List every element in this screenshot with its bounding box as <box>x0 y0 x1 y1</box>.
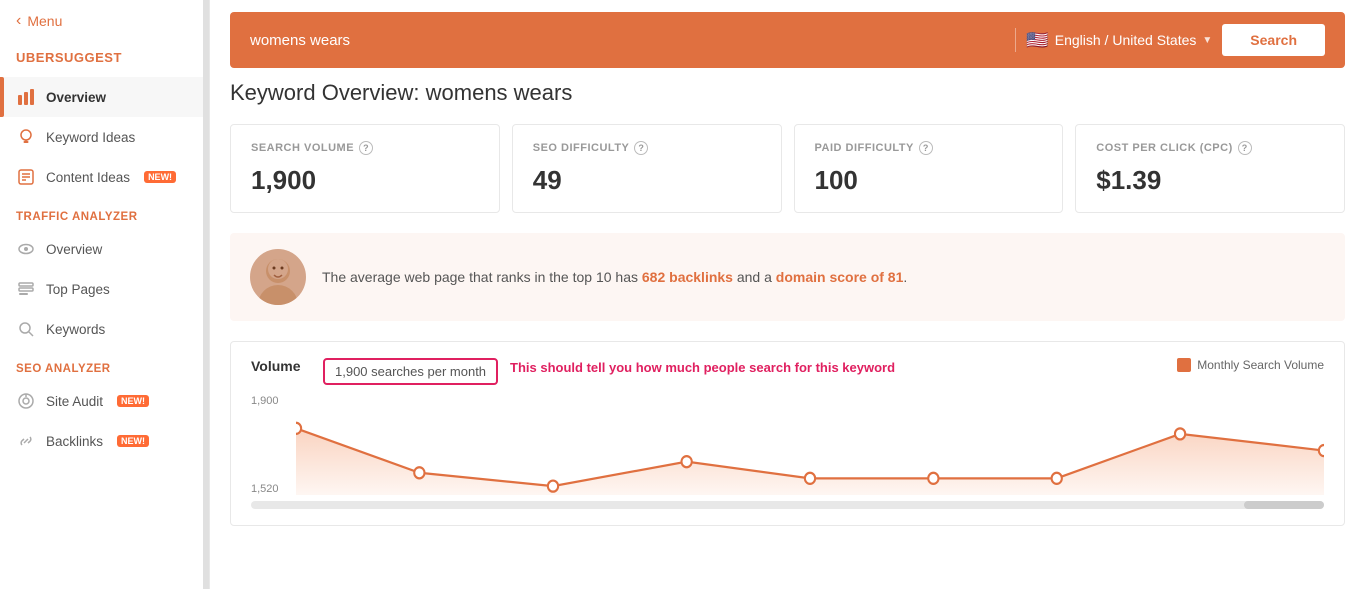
chart-svg-container <box>296 395 1324 495</box>
page-title: Keyword Overview: womens wears <box>230 80 1345 106</box>
chart-svg <box>296 395 1324 495</box>
insight-text-before: The average web page that ranks in the t… <box>322 269 642 285</box>
stat-label-seo-difficulty: SEO DIFFICULTY ? <box>533 141 761 155</box>
volume-badge: 1,900 searches per month <box>323 358 498 385</box>
sidebar-item-top-pages[interactable]: Top Pages <box>0 269 209 309</box>
stat-card-paid-difficulty: PAID DIFFICULTY ? 100 <box>794 124 1064 213</box>
sidebar-item-overview[interactable]: Overview <box>0 77 209 117</box>
legend-label: Monthly Search Volume <box>1197 358 1324 372</box>
sidebar-keyword-ideas-label: Keyword Ideas <box>46 130 135 145</box>
stat-value-search-volume: 1,900 <box>251 165 479 196</box>
main-content: 🇺🇸 English / United States ▼ Search Keyw… <box>210 0 1365 589</box>
stat-label-cpc: COST PER CLICK (CPC) ? <box>1096 141 1324 155</box>
backlinks-badge: NEW! <box>117 435 149 447</box>
chart-section: Volume 1,900 searches per month This sho… <box>230 341 1345 526</box>
language-selector[interactable]: 🇺🇸 English / United States ▼ <box>1026 30 1212 51</box>
chart-y-labels: 1,900 1,520 <box>251 395 279 495</box>
menu-back-button[interactable]: ‹ Menu <box>0 0 209 42</box>
search-input[interactable] <box>250 32 1005 49</box>
search-volume-info-icon[interactable]: ? <box>359 141 373 155</box>
site-audit-badge: NEW! <box>117 395 149 407</box>
chart-annotation: This should tell you how much people sea… <box>510 358 1165 375</box>
chart-icon <box>16 87 36 107</box>
traffic-analyzer-section-title: TRAFFIC ANALYZER <box>0 197 209 229</box>
stat-card-cpc: COST PER CLICK (CPC) ? $1.39 <box>1075 124 1345 213</box>
chart-scrollbar-track[interactable] <box>251 501 1324 509</box>
site-audit-label: Site Audit <box>46 394 103 409</box>
y-label-bottom: 1,520 <box>251 483 279 495</box>
chart-scrollbar-thumb[interactable] <box>1244 501 1324 509</box>
flag-icon: 🇺🇸 <box>1026 30 1048 51</box>
avatar <box>250 249 306 305</box>
insight-box: The average web page that ranks in the t… <box>230 233 1345 321</box>
keywords-icon <box>16 319 36 339</box>
seo-analyzer-section-title: SEO ANALYZER <box>0 349 209 381</box>
paid-difficulty-info-icon[interactable]: ? <box>919 141 933 155</box>
chart-title: Volume <box>251 358 311 374</box>
sidebar-scrollbar[interactable] <box>203 0 209 589</box>
page-title-keyword: womens wears <box>426 80 573 105</box>
sidebar-item-backlinks[interactable]: Backlinks NEW! <box>0 421 209 461</box>
content-ideas-badge: NEW! <box>144 171 176 183</box>
chart-area: 1,900 1,520 <box>251 395 1324 495</box>
stats-row: SEARCH VOLUME ? 1,900 SEO DIFFICULTY ? 4… <box>230 124 1345 213</box>
stat-value-cpc: $1.39 <box>1096 165 1324 196</box>
backlinks-label: Backlinks <box>46 434 103 449</box>
legend-square <box>1177 358 1191 372</box>
ta-overview-label: Overview <box>46 242 102 257</box>
insight-backlinks: 682 backlinks <box>642 269 733 285</box>
search-button[interactable]: Search <box>1222 24 1325 56</box>
keywords-label: Keywords <box>46 322 105 337</box>
seo-difficulty-info-icon[interactable]: ? <box>634 141 648 155</box>
y-label-top: 1,900 <box>251 395 279 407</box>
stat-card-search-volume: SEARCH VOLUME ? 1,900 <box>230 124 500 213</box>
chart-legend: Monthly Search Volume <box>1177 358 1324 372</box>
content-area: Keyword Overview: womens wears SEARCH VO… <box>210 80 1365 546</box>
stat-value-seo-difficulty: 49 <box>533 165 761 196</box>
search-divider <box>1015 28 1016 52</box>
chevron-left-icon: ‹ <box>16 12 21 30</box>
sidebar-content-ideas-label: Content Ideas <box>46 170 130 185</box>
search-bar: 🇺🇸 English / United States ▼ Search <box>230 12 1345 68</box>
audit-icon <box>16 391 36 411</box>
eye-icon <box>16 239 36 259</box>
insight-text-after: . <box>903 269 907 285</box>
sidebar-item-ta-overview[interactable]: Overview <box>0 229 209 269</box>
sidebar-item-keywords[interactable]: Keywords <box>0 309 209 349</box>
stat-card-seo-difficulty: SEO DIFFICULTY ? 49 <box>512 124 782 213</box>
cpc-info-icon[interactable]: ? <box>1238 141 1252 155</box>
link-icon <box>16 431 36 451</box>
pages-icon <box>16 279 36 299</box>
chart-header: Volume 1,900 searches per month This sho… <box>251 358 1324 385</box>
sidebar-item-keyword-ideas[interactable]: Keyword Ideas <box>0 117 209 157</box>
top-pages-label: Top Pages <box>46 282 110 297</box>
insight-domain-score: domain score of 81 <box>776 269 904 285</box>
lang-label: English / United States <box>1055 32 1197 48</box>
content-icon <box>16 167 36 187</box>
chevron-down-icon: ▼ <box>1202 35 1212 46</box>
menu-back-label: Menu <box>27 13 62 29</box>
sidebar-item-site-audit[interactable]: Site Audit NEW! <box>0 381 209 421</box>
stat-label-paid-difficulty: PAID DIFFICULTY ? <box>815 141 1043 155</box>
page-title-prefix: Keyword Overview: <box>230 80 420 105</box>
stat-value-paid-difficulty: 100 <box>815 165 1043 196</box>
insight-text: The average web page that ranks in the t… <box>322 267 907 288</box>
sidebar: ‹ Menu UBERSUGGEST Overview Keyword Idea… <box>0 0 210 589</box>
brand-label: UBERSUGGEST <box>0 42 209 77</box>
stat-label-search-volume: SEARCH VOLUME ? <box>251 141 479 155</box>
sidebar-item-content-ideas[interactable]: Content Ideas NEW! <box>0 157 209 197</box>
sidebar-overview-label: Overview <box>46 90 106 105</box>
bulb-icon <box>16 127 36 147</box>
insight-text-middle: and a <box>733 269 776 285</box>
